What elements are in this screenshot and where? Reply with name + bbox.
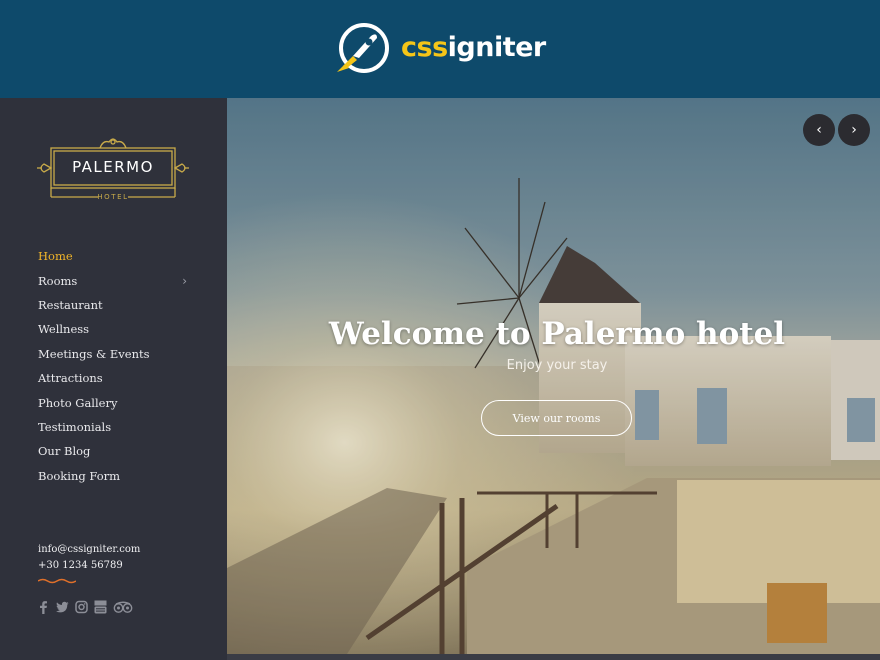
nav-item-attractions[interactable]: Attractions bbox=[38, 366, 188, 390]
youtube-icon[interactable] bbox=[94, 600, 107, 614]
cssigniter-brand[interactable]: cssigniter bbox=[331, 22, 546, 74]
nav-label: Rooms bbox=[38, 273, 78, 288]
hotel-logo-subtitle: HOTEL bbox=[97, 193, 129, 201]
hero-subtitle: Enjoy your stay bbox=[506, 358, 608, 373]
chevron-right-icon: › bbox=[851, 122, 857, 138]
nav-label: Meetings & Events bbox=[38, 346, 150, 361]
squiggle-divider bbox=[38, 578, 76, 584]
nav-item-testimonials[interactable]: Testimonials bbox=[38, 415, 188, 439]
contact-phone[interactable]: +30 1234 56789 bbox=[38, 558, 140, 574]
nav-item-our-blog[interactable]: Our Blog bbox=[38, 439, 188, 463]
nav-item-wellness[interactable]: Wellness bbox=[38, 317, 188, 341]
top-banner: cssigniter bbox=[0, 0, 880, 98]
nav-item-home[interactable]: Home bbox=[38, 244, 188, 268]
view-rooms-button[interactable]: View our rooms bbox=[481, 400, 632, 436]
hero-title: Welcome to Palermo hotel bbox=[328, 316, 786, 352]
brand-wordmark: cssigniter bbox=[401, 22, 546, 74]
sidebar: PALERMO HOTEL Home Rooms › Restaurant Wel… bbox=[0, 98, 227, 660]
instagram-icon[interactable] bbox=[75, 600, 88, 614]
nav-item-meetings-events[interactable]: Meetings & Events bbox=[38, 342, 188, 366]
nav-label: Booking Form bbox=[38, 468, 121, 483]
hotel-logo-name: PALERMO bbox=[72, 158, 154, 176]
hotel-logo[interactable]: PALERMO HOTEL bbox=[36, 134, 190, 208]
facebook-icon[interactable] bbox=[37, 600, 50, 614]
slider-next-button[interactable]: › bbox=[838, 114, 870, 146]
brand-part-css: css bbox=[401, 32, 448, 63]
nav-label: Restaurant bbox=[38, 297, 103, 312]
nav-item-restaurant[interactable]: Restaurant bbox=[38, 293, 188, 317]
nav-label: Photo Gallery bbox=[38, 395, 118, 410]
nav-label: Our Blog bbox=[38, 444, 91, 459]
hero-slider: Welcome to Palermo hotel Enjoy your stay… bbox=[227, 98, 880, 654]
nav-label: Wellness bbox=[38, 322, 90, 337]
tripadvisor-icon[interactable] bbox=[113, 600, 133, 614]
nav-item-booking-form[interactable]: Booking Form bbox=[38, 464, 188, 488]
chevron-left-icon: ‹ bbox=[816, 122, 822, 138]
contact-email[interactable]: info@cssigniter.com bbox=[38, 542, 140, 558]
brand-part-igniter: igniter bbox=[447, 32, 547, 63]
hero-background-image bbox=[227, 98, 880, 654]
contact-info: info@cssigniter.com +30 1234 56789 bbox=[38, 542, 140, 574]
slider-prev-button[interactable]: ‹ bbox=[803, 114, 835, 146]
nav-label: Attractions bbox=[38, 371, 103, 386]
rocket-icon bbox=[331, 22, 391, 74]
social-links bbox=[37, 600, 133, 614]
page-bottom-strip bbox=[227, 654, 880, 660]
nav-item-rooms[interactable]: Rooms › bbox=[38, 268, 188, 292]
chevron-right-icon[interactable]: › bbox=[182, 274, 187, 288]
main-nav: Home Rooms › Restaurant Wellness Meetings… bbox=[38, 244, 188, 488]
nav-label: Home bbox=[38, 249, 73, 264]
nav-label: Testimonials bbox=[38, 419, 112, 434]
twitter-icon[interactable] bbox=[56, 600, 69, 614]
nav-item-photo-gallery[interactable]: Photo Gallery bbox=[38, 390, 188, 414]
